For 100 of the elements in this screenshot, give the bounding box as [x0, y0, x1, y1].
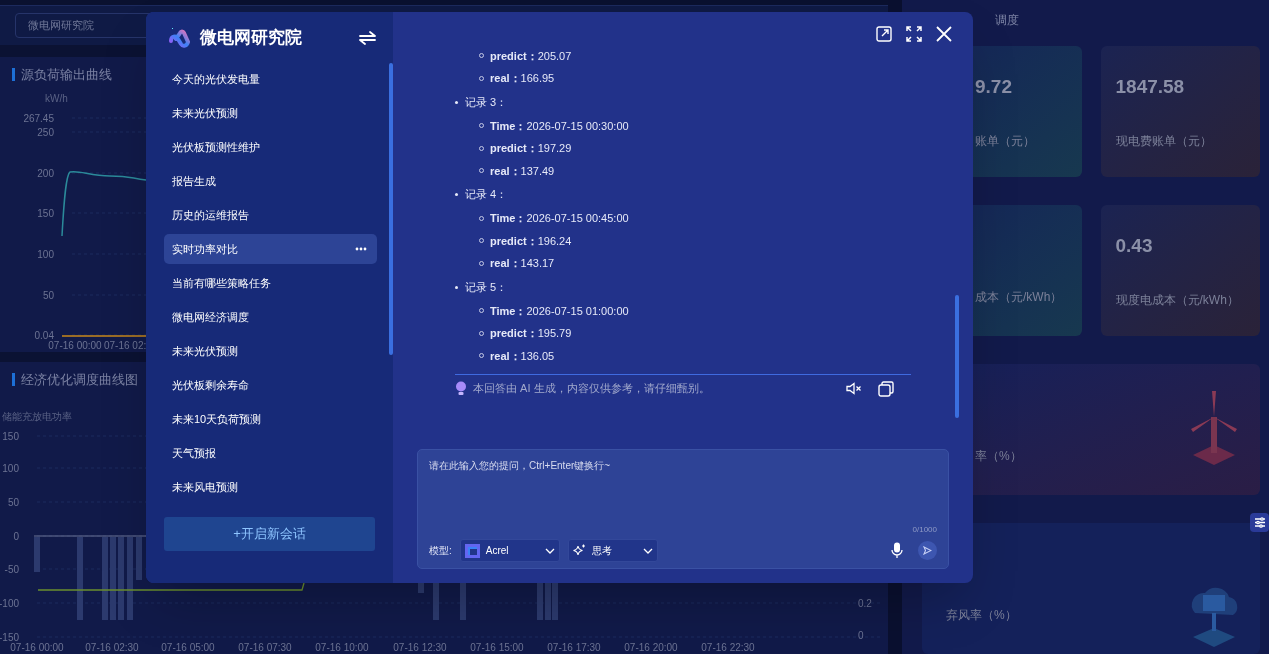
stat-label: 率（%） [975, 447, 1023, 465]
conversation-title: 未来10天负荷预测 [172, 411, 262, 427]
record-field: Time：2026-07-15 01:00:00 [490, 302, 629, 319]
conversation-item[interactable]: 实时功率对比 [164, 234, 377, 264]
conversation-title: 光伏板预测性维护 [172, 139, 260, 155]
axis-tick-label: 100 [2, 462, 19, 474]
conversation-title: 未来风电预测 [172, 479, 238, 495]
stat-value: 1847.58 [1115, 75, 1186, 100]
more-dots-icon[interactable] [355, 247, 367, 251]
conversation-item[interactable]: 未来10天负荷预测 [164, 404, 377, 434]
record-field: Time：2026-07-15 00:45:00 [490, 210, 629, 227]
open-external-icon [876, 26, 892, 42]
axis-tick-label: 0 [858, 630, 864, 641]
new-chat-button[interactable]: +开启新会话 [164, 517, 375, 551]
record-field: real：166.95 [490, 70, 555, 87]
axis-tick-label: 07-16 15:00 [470, 642, 524, 653]
stat-value: 0.43 [1115, 234, 1154, 259]
bullet-icon [455, 285, 458, 289]
axis-tick-label: 0.04 [34, 329, 54, 341]
record-field: real：143.17 [490, 255, 555, 272]
microphone-icon [891, 542, 903, 559]
scrollbar-thumb[interactable] [389, 63, 393, 355]
conversation-title: 微电网经济调度 [172, 309, 249, 325]
record-field: predict：197.29 [490, 140, 572, 157]
conversation-title: 历史的运维报告 [172, 207, 249, 223]
axis-tick-label: 250 [37, 126, 54, 138]
scrollbar-thumb[interactable] [955, 295, 959, 418]
conversation-item[interactable]: 历史的运维报告 [164, 200, 377, 230]
fullscreen-button[interactable] [905, 25, 923, 43]
send-button[interactable] [918, 541, 937, 560]
conversation-title: 报告生成 [172, 173, 216, 189]
conversation-title: 未来光伏预测 [172, 343, 238, 359]
axis-tick-label: 267.45 [23, 112, 54, 124]
copy-button[interactable] [877, 379, 895, 398]
record-field: Time：2026-07-15 00:30:00 [490, 117, 629, 134]
record-field: predict：196.24 [490, 232, 572, 249]
model-logo-icon [464, 543, 480, 558]
axis-tick-label: 07-16 00:00 [48, 340, 102, 351]
conversation-item[interactable]: 光伏板预测性维护 [164, 132, 377, 162]
conversation-item[interactable]: 未来光伏预测 [164, 336, 377, 366]
section-title: 调度 [995, 11, 1019, 29]
axis-tick-label: 07-16 07:30 [238, 642, 292, 653]
microphone-button[interactable] [890, 541, 904, 560]
swap-button[interactable] [357, 28, 377, 48]
record-field: real：136.05 [490, 347, 555, 364]
axis-tick-label: 50 [42, 289, 54, 301]
axis-tick-label: 07-16 05:00 [161, 642, 215, 653]
axis-tick-label: 07-16 00:00 [10, 642, 64, 653]
axis-tick-label: 200 [37, 167, 54, 179]
axis-tick-label: -100 [0, 597, 19, 609]
question-input-field[interactable]: 请在此输入您的提问，Ctrl+Enter键换行~ 0/1000 模型: Acrel 思考 [417, 449, 949, 569]
axis-label: kW/h [45, 93, 68, 104]
panel-title: 经济优化调度曲线图 [21, 370, 138, 389]
ai-disclaimer: 本回答由 AI 生成，内容仅供参考，请仔细甄别。 [473, 381, 710, 397]
open-external-button[interactable] [875, 25, 893, 43]
stat-label: 成本（元/kWh） [975, 289, 1064, 306]
conversation-item[interactable]: 天气预报 [164, 438, 377, 468]
conversation-item[interactable]: 当前有哪些策略任务 [164, 268, 377, 298]
axis-tick-label: 150 [37, 207, 54, 219]
conversation-item[interactable]: 未来光伏预测 [164, 98, 377, 128]
chevron-down-icon [642, 547, 653, 554]
axis-tick-label: 50 [7, 496, 19, 508]
close-button[interactable] [935, 25, 953, 43]
model-select[interactable]: Acrel [459, 539, 560, 562]
model-label: 模型: [429, 544, 452, 558]
sparkle-icon [572, 544, 586, 557]
axis-tick-label: 07-16 02: [104, 340, 147, 351]
axis-tick-label: 0.2 [858, 598, 872, 609]
bullet-icon [455, 100, 458, 104]
stat-label: 现电费账单（元） [1115, 132, 1213, 150]
axis-tick-label: 07-16 10:00 [315, 642, 369, 653]
bullet-icon [455, 193, 458, 196]
axis-tick-label: 07-16 12:30 [393, 642, 447, 653]
record-label: 记录 4： [465, 187, 508, 203]
stat-label: 现度电成本（元/kWh） [1115, 291, 1240, 309]
assistant-title: 微电网研究院 [200, 27, 302, 50]
settings-button[interactable] [1250, 513, 1269, 532]
conversation-item[interactable]: 光伏板剩余寿命 [164, 370, 377, 400]
conversation-title: 光伏板剩余寿命 [172, 377, 249, 393]
stat-label: 账单（元） [975, 132, 1036, 150]
conversation-title: 未来光伏预测 [172, 105, 238, 121]
send-icon [923, 546, 932, 555]
speaker-muted-icon [846, 382, 862, 395]
stat-value: 9.72 [975, 75, 1013, 100]
fullscreen-icon [906, 26, 922, 42]
conversation-item[interactable]: 微电网经济调度 [164, 302, 377, 332]
conversation-title: 实时功率对比 [172, 241, 238, 257]
axis-tick-label: 07-16 20:00 [624, 642, 678, 653]
conversation-title: 当前有哪些策略任务 [172, 275, 271, 291]
conversation-item[interactable]: 报告生成 [164, 166, 377, 196]
conversation-item[interactable]: 今天的光伏发电量 [164, 64, 377, 94]
conversation-item[interactable]: 未来风电预测 [164, 472, 377, 502]
record-field: real：137.49 [490, 162, 555, 179]
conversation-title: 今天的光伏发电量 [172, 71, 260, 87]
axis-tick-label: 150 [2, 430, 19, 442]
mode-select[interactable]: 思考 [567, 539, 658, 562]
axis-tick-label: 07-16 22:30 [701, 642, 755, 653]
axis-tick-label: 07-16 02:30 [85, 642, 139, 653]
chevron-down-icon [544, 547, 555, 554]
mute-button[interactable] [845, 379, 863, 398]
